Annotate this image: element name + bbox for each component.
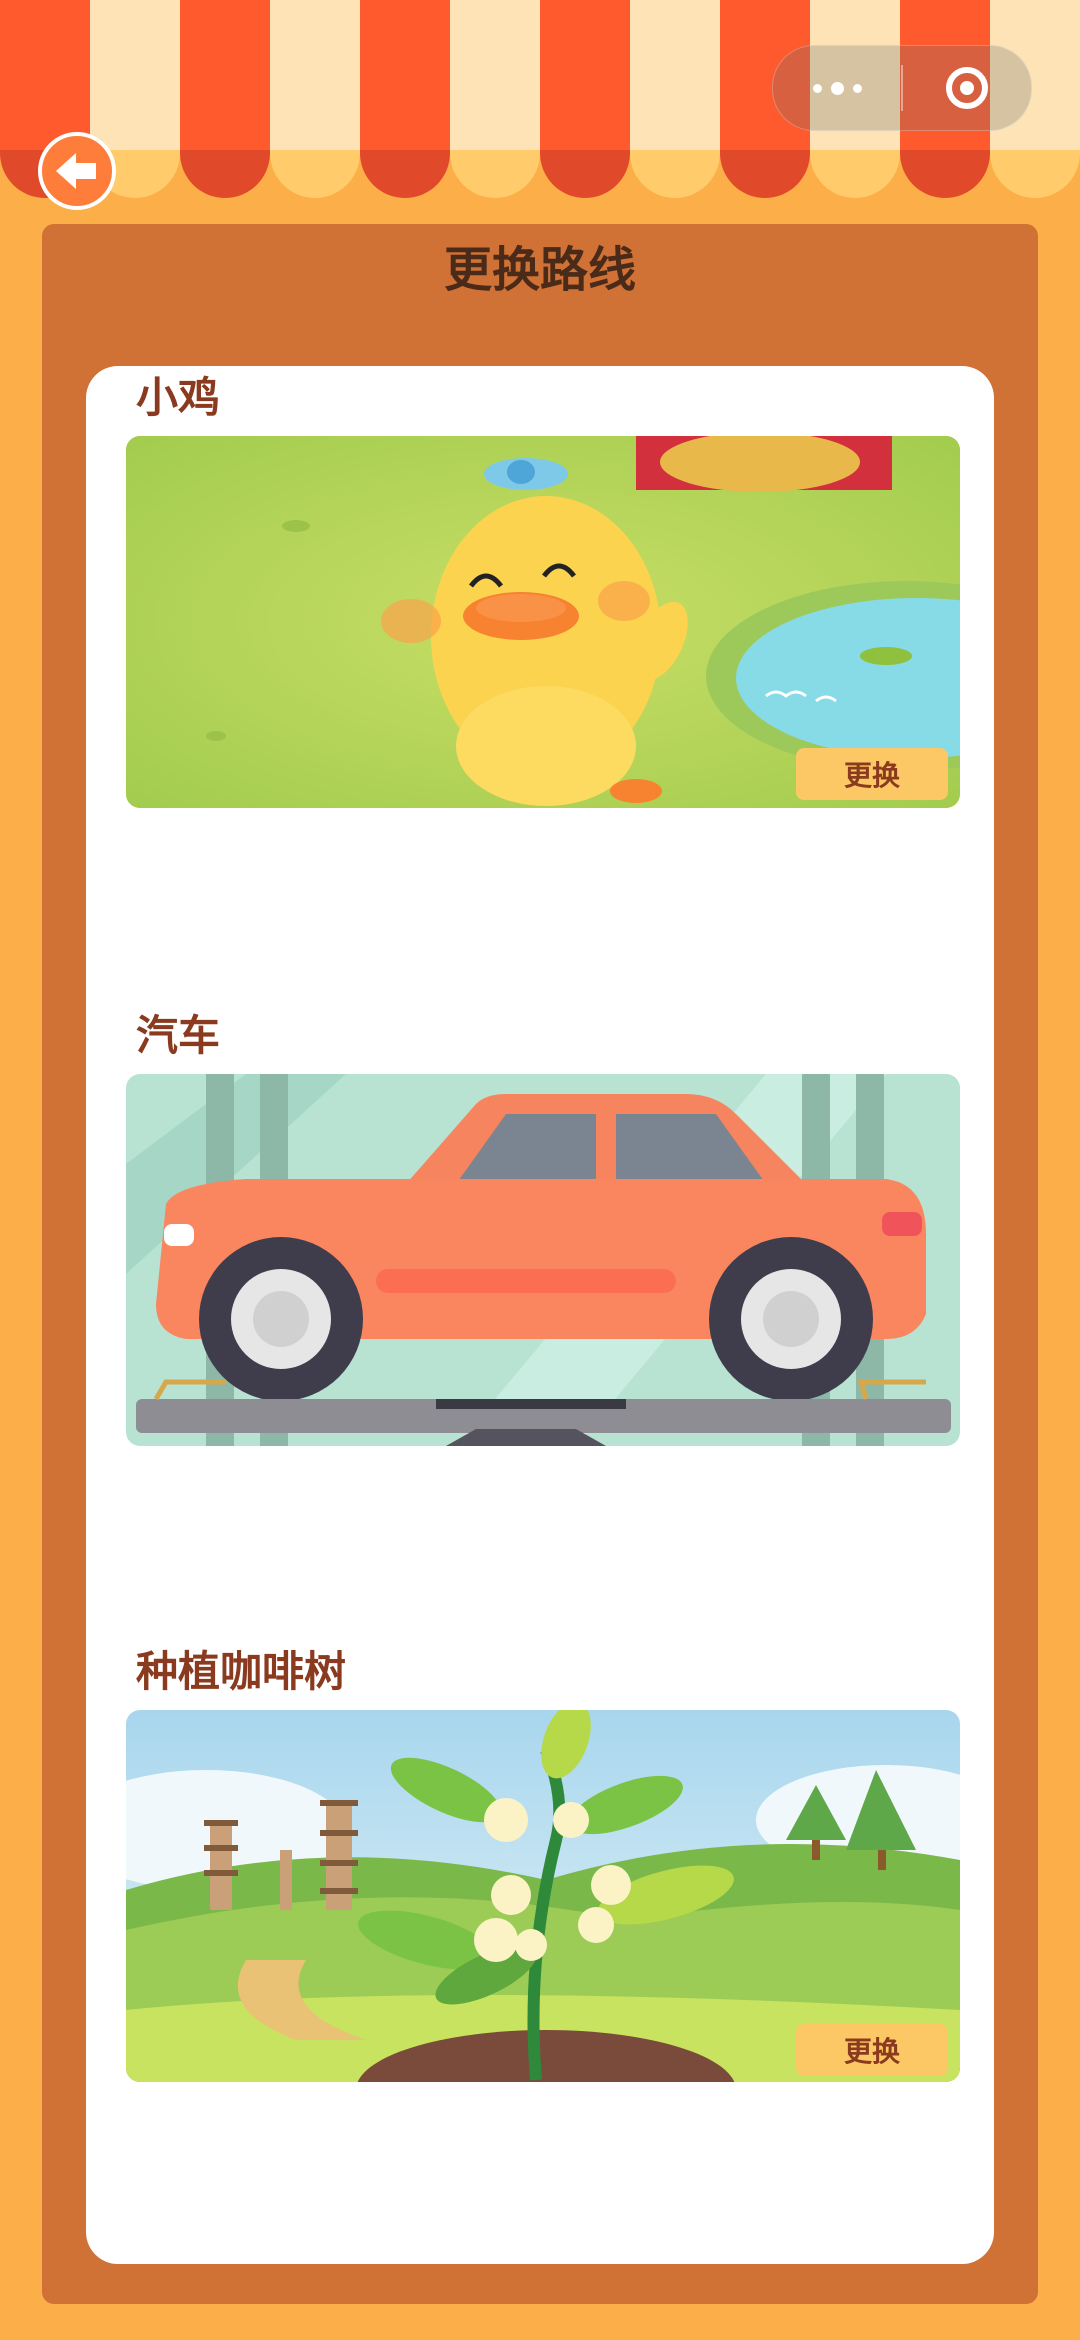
change-button-duckling[interactable]: 更换: [796, 748, 948, 800]
more-dots-icon: [812, 81, 862, 95]
miniprogram-capsule: [772, 45, 1032, 131]
page-title: 更换路线: [443, 242, 636, 298]
route-label-coffee-tree: 种植咖啡树: [136, 1647, 347, 1696]
route-label-duckling: 小鸡: [136, 373, 221, 422]
car-illustration[interactable]: [126, 1074, 960, 1446]
route-label-car: 汽车: [136, 1011, 221, 1060]
more-button[interactable]: [773, 46, 901, 130]
back-button[interactable]: [38, 132, 116, 210]
close-button[interactable]: [903, 46, 1031, 130]
target-close-icon: [946, 67, 988, 109]
change-button-coffee-tree[interactable]: 更换: [796, 2024, 948, 2076]
back-arrow-icon: [56, 153, 96, 189]
